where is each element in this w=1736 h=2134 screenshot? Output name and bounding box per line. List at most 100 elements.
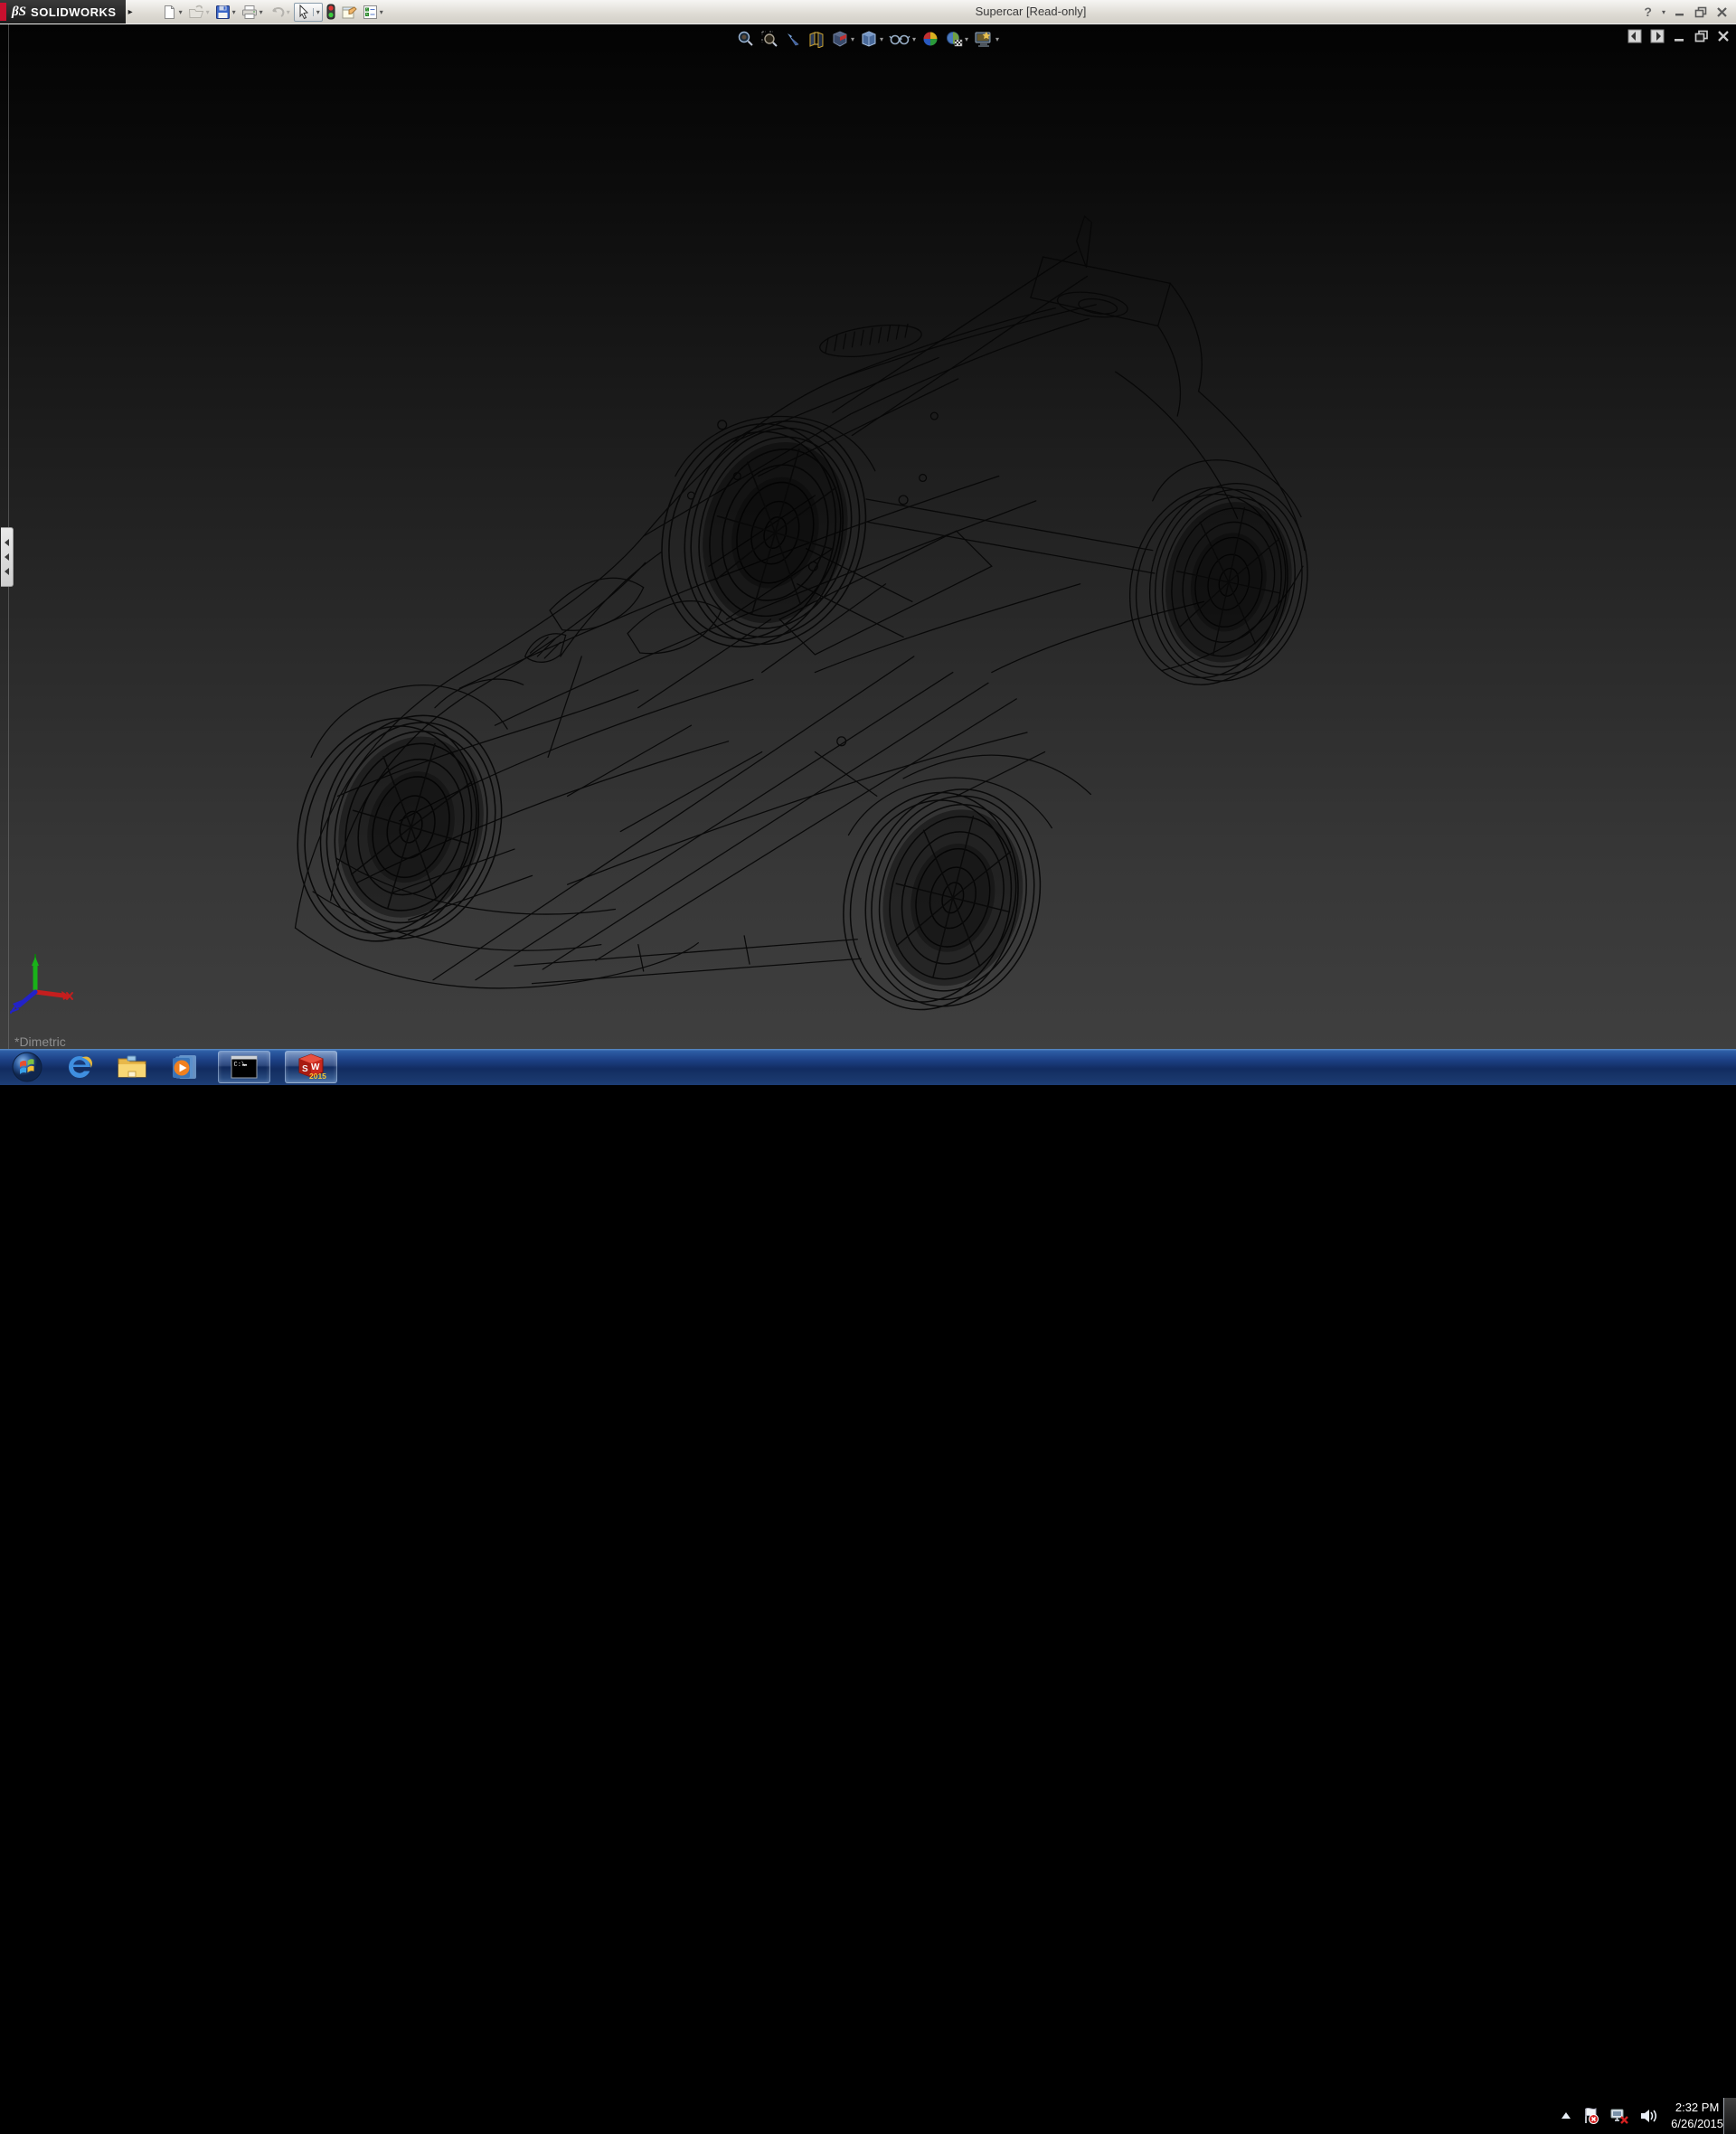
pane-toggle-left-icon[interactable] <box>1628 29 1642 43</box>
taskbar-item-command-prompt[interactable]: C:\ <box>218 1051 270 1083</box>
start-button[interactable] <box>7 1050 47 1084</box>
taskbar-item-media-player[interactable] <box>165 1050 204 1084</box>
open-dropdown-arrow[interactable]: ▾ <box>206 8 210 16</box>
save-dropdown-arrow[interactable]: ▾ <box>232 8 236 16</box>
section-view-icon <box>807 30 826 48</box>
view-settings-dropdown-arrow[interactable]: ▾ <box>995 35 999 43</box>
svg-text:S: S <box>302 1064 308 1074</box>
print-button[interactable]: ▾ <box>240 4 265 21</box>
windows-start-orb-icon <box>11 1051 43 1083</box>
undo-dropdown-arrow[interactable]: ▾ <box>287 8 290 16</box>
command-prompt-icon: C:\ <box>231 1055 258 1079</box>
standard-toolbar: ▾ ▾ ▾ ▾ <box>160 3 385 22</box>
select-dropdown-arrow[interactable]: ▾ <box>313 8 320 16</box>
file-properties-button[interactable] <box>339 4 359 21</box>
restore-button[interactable] <box>1694 6 1708 18</box>
zoom-to-area-button[interactable] <box>760 29 779 49</box>
print-icon <box>241 5 258 20</box>
taskbar-item-solidworks-2015[interactable]: S W 2015 <box>285 1051 337 1083</box>
wireframe-car-model[interactable] <box>0 24 1736 1049</box>
close-button[interactable] <box>1716 6 1729 18</box>
select-button[interactable]: ▾ <box>294 3 323 22</box>
previous-view-icon <box>784 30 802 48</box>
save-icon <box>215 5 231 20</box>
windows-taskbar: C:\ S W 2015 <box>0 1049 1736 1085</box>
internet-explorer-icon <box>65 1053 94 1081</box>
view-orientation-dropdown-arrow[interactable]: ▾ <box>851 35 854 43</box>
document-minimize-button[interactable] <box>1673 30 1686 42</box>
view-orientation-icon <box>831 30 849 48</box>
section-view-button[interactable] <box>807 29 826 49</box>
system-tray: 2:32 PM 6/26/2015 <box>1561 2098 1723 2134</box>
options-dropdown-arrow[interactable]: ▾ <box>380 8 383 16</box>
open-button[interactable]: ▾ <box>186 4 212 21</box>
undo-button[interactable]: ▾ <box>267 4 292 21</box>
x-axis <box>35 992 63 996</box>
hide-show-items-button[interactable]: ▾ <box>888 29 917 49</box>
feature-panel-collapse-tab[interactable] <box>1 527 14 587</box>
clock-date: 6/26/2015 <box>1671 2116 1723 2132</box>
view-settings-icon <box>974 30 994 48</box>
new-document-icon <box>162 5 177 20</box>
titlebar-window-controls: ? ▾ <box>1644 0 1729 24</box>
network-error-icon[interactable] <box>1609 2107 1629 2125</box>
collapse-arrow-icon <box>5 553 9 561</box>
apply-scene-button[interactable]: ▾ <box>944 29 969 49</box>
logo-red-accent <box>0 3 6 21</box>
pane-toggle-right-icon[interactable] <box>1650 29 1665 43</box>
taskbar-item-internet-explorer[interactable] <box>60 1050 99 1084</box>
rebuild-traffic-light-icon <box>326 4 335 20</box>
graphics-area[interactable]: ▾ ▾ ▾ <box>0 24 1736 1049</box>
zoom-to-area-icon <box>760 30 778 48</box>
previous-view-button[interactable] <box>783 29 803 49</box>
action-center-alert-icon[interactable] <box>1581 2107 1599 2125</box>
apply-scene-dropdown-arrow[interactable]: ▾ <box>965 35 968 43</box>
volume-icon[interactable] <box>1639 2108 1657 2124</box>
new-dropdown-arrow[interactable]: ▾ <box>179 8 183 16</box>
ds-3s-icon: βS <box>12 5 26 20</box>
menu-flyout-arrow-icon[interactable]: ▸ <box>128 7 133 17</box>
view-settings-button[interactable]: ▾ <box>973 29 1000 49</box>
document-restore-button[interactable] <box>1694 30 1709 42</box>
minimize-button[interactable] <box>1674 6 1686 17</box>
window-title: Supercar [Read-only] <box>976 5 1087 18</box>
options-button[interactable]: ▾ <box>361 4 385 21</box>
taskbar-clock[interactable]: 2:32 PM 6/26/2015 <box>1671 2100 1723 2131</box>
help-button[interactable]: ? <box>1644 5 1652 19</box>
media-player-icon <box>170 1053 199 1081</box>
document-close-button[interactable] <box>1717 30 1731 42</box>
help-dropdown-arrow[interactable]: ▾ <box>1662 8 1665 16</box>
options-checklist-icon <box>363 5 378 20</box>
collapse-arrow-icon <box>5 539 9 546</box>
show-desktop-button[interactable] <box>1723 2098 1736 2134</box>
open-icon <box>188 5 204 20</box>
view-orientation-label: *Dimetric <box>14 1034 66 1049</box>
display-style-icon <box>860 30 878 48</box>
solidworks-window: βS SOLIDWORKS ▸ ▾ ▾ ▾ <box>0 0 1736 1085</box>
show-hidden-icons-button[interactable] <box>1561 2111 1571 2120</box>
heads-up-view-toolbar: ▾ ▾ ▾ <box>731 27 1005 51</box>
view-orientation-button[interactable]: ▾ <box>830 29 855 49</box>
solidworks-2015-icon: S W 2015 <box>296 1053 326 1081</box>
file-properties-icon <box>341 5 357 20</box>
hide-show-dropdown-arrow[interactable]: ▾ <box>912 35 916 43</box>
taskbar-item-file-explorer[interactable] <box>112 1050 152 1084</box>
title-bar: βS SOLIDWORKS ▸ ▾ ▾ ▾ <box>0 0 1736 24</box>
zoom-to-fit-icon <box>737 30 755 48</box>
print-dropdown-arrow[interactable]: ▾ <box>259 8 263 16</box>
apply-scene-icon <box>945 30 963 48</box>
new-document-button[interactable]: ▾ <box>160 4 184 21</box>
solidworks-logo: βS SOLIDWORKS <box>0 0 126 24</box>
display-style-dropdown-arrow[interactable]: ▾ <box>880 35 883 43</box>
save-button[interactable]: ▾ <box>213 4 238 21</box>
rebuild-button[interactable] <box>325 3 337 21</box>
z-axis <box>19 992 35 1006</box>
edit-appearance-button[interactable] <box>920 29 940 49</box>
undo-icon <box>269 5 285 20</box>
folder-icon <box>117 1053 147 1081</box>
display-style-button[interactable]: ▾ <box>859 29 884 49</box>
select-cursor-icon <box>297 5 310 20</box>
document-window-controls <box>1628 29 1731 43</box>
zoom-to-fit-button[interactable] <box>736 29 756 49</box>
edit-appearance-icon <box>921 30 939 48</box>
